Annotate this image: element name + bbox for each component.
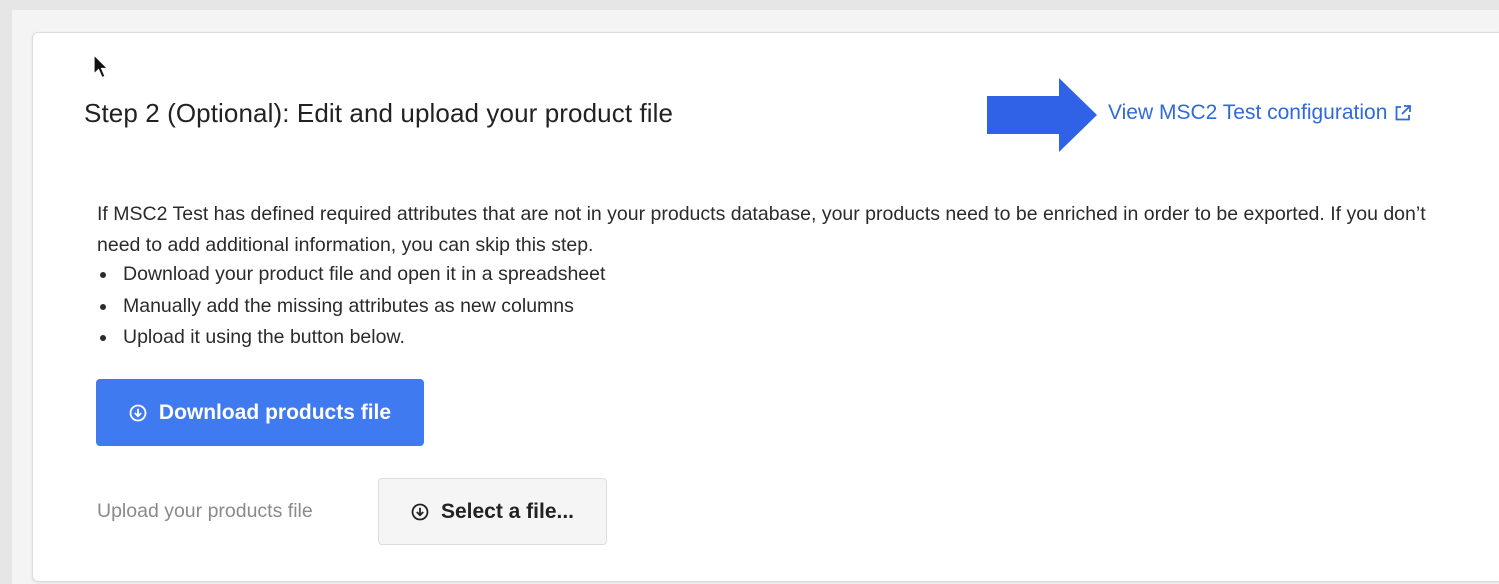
instruction-item: Download your product file and open it i… xyxy=(97,259,605,291)
download-circle-icon xyxy=(129,404,147,421)
arrow-right-icon xyxy=(987,78,1097,152)
select-file-button[interactable]: Select a file... xyxy=(378,478,607,545)
external-link-icon xyxy=(1395,105,1412,121)
instruction-item: Upload it using the button below. xyxy=(97,322,605,354)
instruction-list: Download your product file and open it i… xyxy=(97,259,605,354)
download-products-button-label: Download products file xyxy=(158,400,392,424)
step-description: If MSC2 Test has defined required attrib… xyxy=(97,203,1426,256)
upload-circle-icon xyxy=(411,503,429,520)
view-configuration-link[interactable]: View MSC2 Test configuration xyxy=(1108,101,1413,125)
upload-label: Upload your products file xyxy=(97,500,313,522)
select-file-button-label: Select a file... xyxy=(440,499,575,523)
download-products-button[interactable]: Download products file xyxy=(96,379,424,446)
view-configuration-link-label: View MSC2 Test configuration xyxy=(1108,101,1388,124)
mouse-pointer-icon xyxy=(93,54,109,79)
step-title: Step 2 (Optional): Edit and upload your … xyxy=(84,98,674,128)
instruction-item: Manually add the missing attributes as n… xyxy=(97,291,605,323)
